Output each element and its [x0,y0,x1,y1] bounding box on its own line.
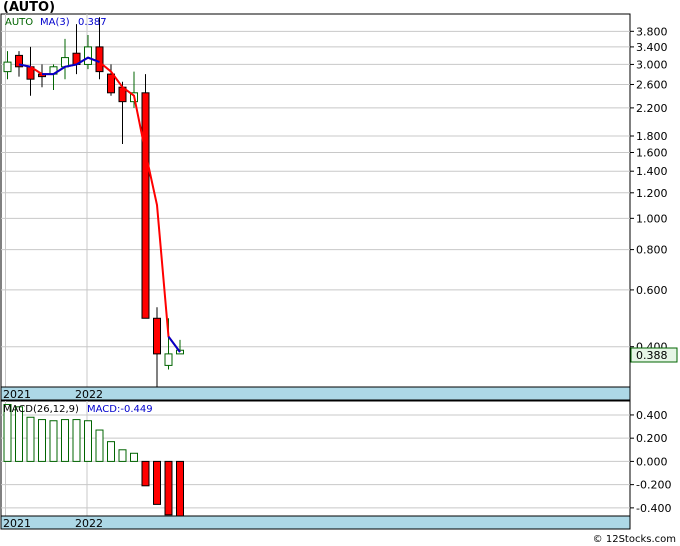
macd-bar [49,420,58,462]
macd-bar [84,420,92,462]
price-candle-body [141,92,150,319]
price-y-tick-label: 3.800 [636,25,668,38]
legend-ma-value: 0.387 [78,17,107,28]
macd-bar [176,460,184,517]
macd-bar [61,419,69,462]
price-y-tick-label: 3.400 [636,41,668,54]
macd-bar [95,429,104,462]
macd-y-tick-label: 0.200 [636,432,668,445]
macd-bar [141,460,150,487]
last-price-label: 0.388 [636,349,668,362]
macd-y-axis: 0.400 0.200 0.000 -0.200 -0.400 [630,409,671,515]
price-y-tick-label: 1.400 [636,165,668,178]
price-y-tick-label: 0.600 [636,284,668,297]
price-y-tick-label: 2.200 [636,102,668,115]
stock-chart: 3.800 3.400 3.000 2.600 2.200 1.800 1.600 1.400… [0,13,678,530]
price-candle-body [3,61,12,73]
price-y-tick-label: 0.800 [636,244,668,257]
macd-bar [130,452,138,462]
price-candle-body [107,73,115,94]
macd-bar [38,419,46,462]
macd-bar [72,419,81,462]
legend-symbol: AUTO [5,17,33,28]
macd-legend-label: MACD(26,12,9) [3,404,79,415]
macd-panel-frame [0,400,631,517]
price-y-tick-label: 2.600 [636,78,668,91]
macd-y-tick-label: 0.400 [636,409,668,422]
price-y-tick-label: 3.000 [636,58,668,71]
macd-x-tick-2022: 2022 [75,517,103,530]
copyright-text: © 12Stocks.com [592,534,676,545]
price-candle-body [95,46,104,73]
macd-y-tick-label: -0.400 [636,502,671,515]
macd-bar [153,460,161,505]
macd-bar [26,416,35,462]
macd-bar [164,460,173,516]
macd-legend-value: MACD:-0.449 [87,404,153,415]
price-candle-body [164,353,173,366]
price-panel-frame [0,13,631,388]
price-y-tick-label: 1.600 [636,146,668,159]
price-x-tick-2021: 2021 [3,388,31,401]
price-y-axis: 3.800 3.400 3.000 2.600 2.200 1.800 1.600 1.400… [630,25,668,354]
price-y-tick-label: 1.000 [636,212,668,225]
macd-y-tick-label: 0.000 [636,455,668,468]
macd-bar [118,449,127,462]
price-candle-body [153,317,161,355]
price-y-tick-label: 1.800 [636,130,668,143]
macd-x-tick-2021: 2021 [3,517,31,530]
price-y-tick-label: 1.200 [636,187,668,200]
price-x-tick-2022: 2022 [75,388,103,401]
macd-y-tick-label: -0.200 [636,479,671,492]
legend-ma-label: MA(3) [40,17,70,28]
price-candle-body [84,46,92,65]
macd-bar [107,441,115,462]
